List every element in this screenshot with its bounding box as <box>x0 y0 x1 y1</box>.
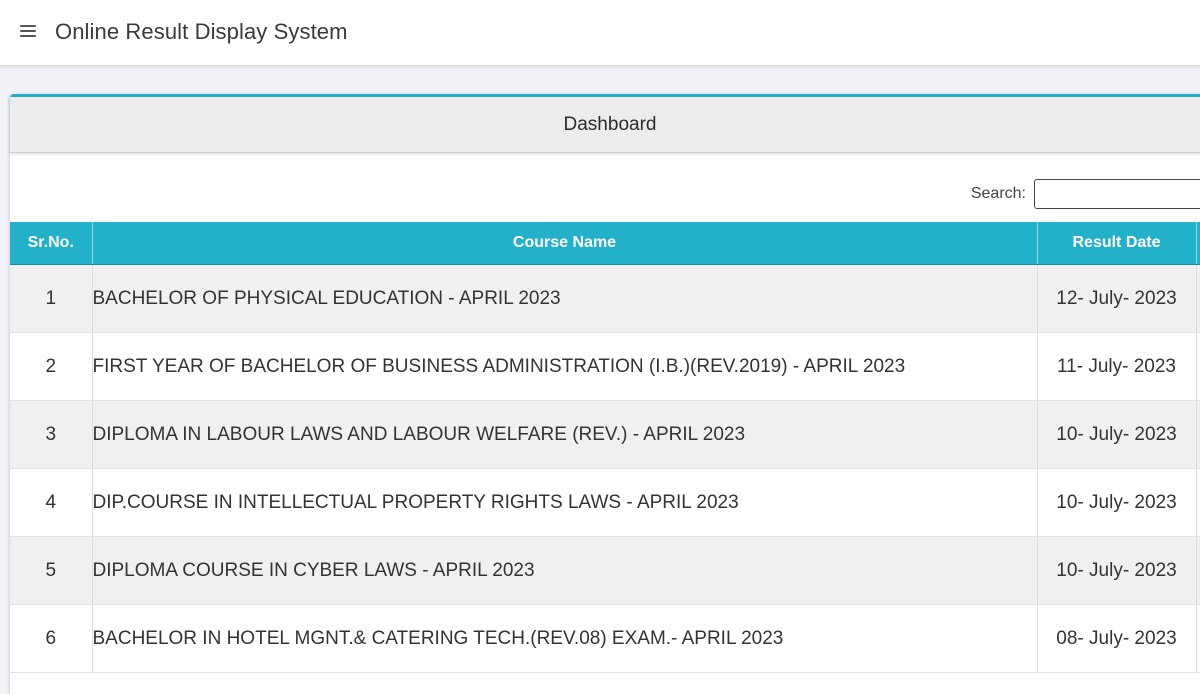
table-header-row: Sr.No. Course Name Result Date <box>10 222 1200 265</box>
table-row[interactable]: 5 DIPLOMA COURSE IN CYBER LAWS - APRIL 2… <box>10 536 1200 605</box>
row-overflow-cell <box>1196 332 1200 401</box>
table-row[interactable]: 6 BACHELOR IN HOTEL MGNT.& CATERING TECH… <box>10 604 1200 673</box>
app-title: Online Result Display System <box>55 19 348 44</box>
row-result-date: 10- July- 2023 <box>1037 468 1197 537</box>
column-header-overflow <box>1196 222 1200 265</box>
table-row[interactable]: 4 DIP.COURSE IN INTELLECTUAL PROPERTY RI… <box>10 468 1200 537</box>
table-row[interactable]: 2 FIRST YEAR OF BACHELOR OF BUSINESS ADM… <box>10 332 1200 401</box>
search-bar: Search: <box>971 177 1200 211</box>
row-sr-no: 3 <box>10 400 93 469</box>
row-course-name[interactable]: BACHELOR OF PHYSICAL EDUCATION - APRIL 2… <box>92 264 1038 333</box>
row-course-name[interactable]: FIRST YEAR OF BACHELOR OF BUSINESS ADMIN… <box>92 332 1038 401</box>
row-overflow-cell <box>1196 400 1200 469</box>
row-course-name[interactable]: DIP.COURSE IN INTELLECTUAL PROPERTY RIGH… <box>92 468 1038 537</box>
search-label: Search: <box>970 185 1026 202</box>
row-sr-no: 5 <box>10 536 93 605</box>
column-header-course-name[interactable]: Course Name <box>92 222 1038 265</box>
dashboard-card: Dashboard Search: Sr.No. Course Name Res… <box>10 94 1200 694</box>
row-sr-no: 4 <box>10 468 93 537</box>
hamburger-menu-icon[interactable] <box>20 25 36 39</box>
card-title: Dashboard <box>10 97 1200 153</box>
column-header-sr-no[interactable]: Sr.No. <box>10 222 93 265</box>
row-result-date: 10- July- 2023 <box>1037 400 1197 469</box>
results-table: Sr.No. Course Name Result Date 1 BACHELO… <box>10 222 1200 673</box>
table-row[interactable]: 1 BACHELOR OF PHYSICAL EDUCATION - APRIL… <box>10 264 1200 333</box>
row-course-name[interactable]: DIPLOMA COURSE IN CYBER LAWS - APRIL 202… <box>92 536 1038 605</box>
row-course-name[interactable]: DIPLOMA IN LABOUR LAWS AND LABOUR WELFAR… <box>92 400 1038 469</box>
row-result-date: 10- July- 2023 <box>1037 536 1197 605</box>
column-header-result-date[interactable]: Result Date <box>1037 222 1197 265</box>
row-result-date: 08- July- 2023 <box>1037 604 1197 673</box>
search-input[interactable] <box>1034 179 1200 209</box>
row-sr-no: 1 <box>10 264 93 333</box>
row-result-date: 11- July- 2023 <box>1037 332 1197 401</box>
row-sr-no: 6 <box>10 604 93 673</box>
row-overflow-cell <box>1196 536 1200 605</box>
row-overflow-cell <box>1196 604 1200 673</box>
row-sr-no: 2 <box>10 332 93 401</box>
row-course-name[interactable]: BACHELOR IN HOTEL MGNT.& CATERING TECH.(… <box>92 604 1038 673</box>
table-row[interactable]: 3 DIPLOMA IN LABOUR LAWS AND LABOUR WELF… <box>10 400 1200 469</box>
row-overflow-cell <box>1196 468 1200 537</box>
row-result-date: 12- July- 2023 <box>1037 264 1197 333</box>
row-overflow-cell <box>1196 264 1200 333</box>
top-navbar: Online Result Display System <box>0 0 1200 66</box>
